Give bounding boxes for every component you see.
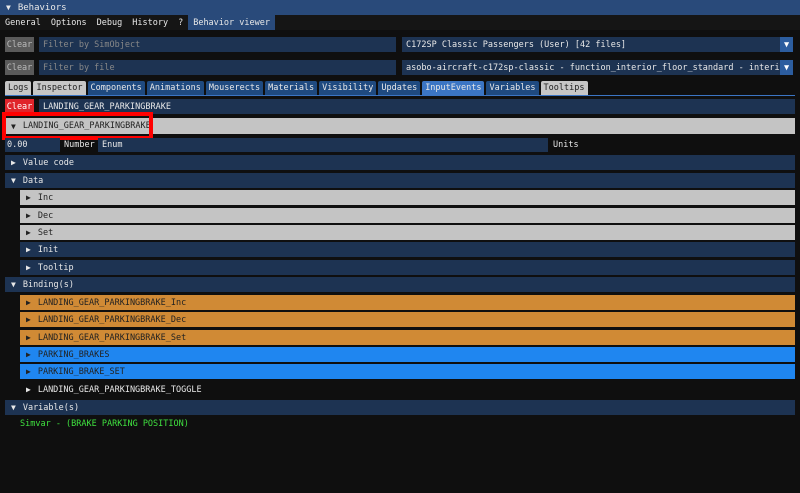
filter-file-input[interactable]: Filter by file <box>39 60 396 75</box>
collapsed-triangle-icon: ▶ <box>26 315 31 324</box>
simobject-select[interactable]: C172SP Classic Passengers (User) [42 fil… <box>402 37 780 52</box>
menu-options[interactable]: Options <box>46 15 92 30</box>
item-label: LANDING_GEAR_PARKINGBRAKE_Dec <box>37 314 187 325</box>
binding-item[interactable]: ▶ PARKING_BRAKE_SET <box>20 364 795 379</box>
expanded-triangle-icon: ▼ <box>11 176 16 185</box>
menu-bar: General Options Debug History ? Behavior… <box>0 15 800 30</box>
section-label: Variable(s) <box>22 402 80 413</box>
clear-file-button[interactable]: Clear <box>5 60 34 75</box>
window-title: Behaviors <box>17 2 67 13</box>
variables-section[interactable]: ▼ Variable(s) <box>5 400 795 415</box>
expanded-triangle-icon: ▼ <box>11 403 16 412</box>
binding-item[interactable]: ▶ LANDING_GEAR_PARKINGBRAKE_Inc <box>20 295 795 310</box>
collapsed-triangle-icon: ▶ <box>26 245 31 254</box>
window-title-bar[interactable]: ▼ Behaviors <box>0 0 800 15</box>
tab-inspector[interactable]: Inspector <box>33 81 86 95</box>
collapsed-triangle-icon: ▶ <box>26 298 31 307</box>
data-item-init[interactable]: ▶ Init <box>20 242 795 257</box>
item-label: PARKING_BRAKE_SET <box>37 366 125 377</box>
item-label: Set <box>37 227 54 238</box>
tab-mouserects[interactable]: Mouserects <box>205 81 264 95</box>
file-select[interactable]: asobo-aircraft-c172sp-classic - function… <box>402 60 780 75</box>
collapsed-triangle-icon: ▶ <box>26 385 31 394</box>
section-label: Data <box>22 175 44 186</box>
collapsed-triangle-icon: ▶ <box>26 211 31 220</box>
filter-simobject-input[interactable]: Filter by SimObject <box>39 37 396 52</box>
value-code-section[interactable]: ▶ Value code <box>5 155 795 170</box>
item-label: LANDING_GEAR_PARKINGBRAKE_TOGGLE <box>37 384 202 395</box>
section-label: Binding(s) <box>22 279 75 290</box>
menu-general[interactable]: General <box>0 15 46 30</box>
highlight-box <box>2 112 153 140</box>
section-label: Value code <box>22 157 75 168</box>
item-label: Inc <box>37 192 54 203</box>
binding-item[interactable]: ▶ LANDING_GEAR_PARKINGBRAKE_Set <box>20 330 795 345</box>
enum-input[interactable]: Enum <box>98 138 548 152</box>
data-item-inc[interactable]: ▶ Inc <box>20 190 795 205</box>
units-label: Units <box>553 140 579 150</box>
tab-tooltips[interactable]: Tooltips <box>540 81 588 95</box>
type-label: Number <box>64 140 95 150</box>
expanded-triangle-icon: ▼ <box>11 280 16 289</box>
clear-simobject-button[interactable]: Clear <box>5 37 34 52</box>
bindings-section[interactable]: ▼ Binding(s) <box>5 277 795 292</box>
item-label: Dec <box>37 210 54 221</box>
data-item-tooltip[interactable]: ▶ Tooltip <box>20 260 795 275</box>
collapsed-triangle-icon: ▶ <box>26 193 31 202</box>
chevron-down-icon[interactable]: ▼ <box>780 60 793 75</box>
data-section[interactable]: ▼ Data <box>5 173 795 188</box>
collapsed-triangle-icon: ▶ <box>26 367 31 376</box>
chevron-down-icon[interactable]: ▼ <box>780 37 793 52</box>
tab-bar: Logs Inspector Components Animations Mou… <box>5 81 590 95</box>
tab-inputevents[interactable]: InputEvents <box>422 81 485 95</box>
menu-history[interactable]: History <box>127 15 173 30</box>
value-input[interactable]: 0.00 <box>5 138 60 152</box>
item-label: LANDING_GEAR_PARKINGBRAKE_Set <box>37 332 187 343</box>
tab-logs[interactable]: Logs <box>5 81 32 95</box>
collapsed-triangle-icon: ▶ <box>26 263 31 272</box>
menu-help[interactable]: ? <box>173 15 188 30</box>
tab-underline <box>5 95 795 96</box>
tab-updates[interactable]: Updates <box>378 81 421 95</box>
menu-behavior-viewer[interactable]: Behavior viewer <box>188 15 275 30</box>
tab-variables[interactable]: Variables <box>486 81 539 95</box>
tab-components[interactable]: Components <box>87 81 145 95</box>
menu-debug[interactable]: Debug <box>92 15 128 30</box>
collapse-triangle-icon[interactable]: ▼ <box>6 3 11 12</box>
tab-animations[interactable]: Animations <box>146 81 204 95</box>
collapsed-triangle-icon: ▶ <box>26 333 31 342</box>
item-label: Tooltip <box>37 262 74 273</box>
binding-item[interactable]: ▶ LANDING_GEAR_PARKINGBRAKE_Dec <box>20 312 795 327</box>
item-label: Init <box>37 244 59 255</box>
binding-item[interactable]: ▶ PARKING_BRAKES <box>20 347 795 362</box>
data-item-dec[interactable]: ▶ Dec <box>20 208 795 223</box>
item-label: PARKING_BRAKES <box>37 349 110 360</box>
collapsed-triangle-icon: ▶ <box>11 158 16 167</box>
collapsed-triangle-icon: ▶ <box>26 228 31 237</box>
tab-materials[interactable]: Materials <box>265 81 318 95</box>
collapsed-triangle-icon: ▶ <box>26 350 31 359</box>
tab-visibility[interactable]: Visibility <box>319 81 377 95</box>
simvar-text: Simvar - (BRAKE PARKING POSITION) <box>20 419 189 429</box>
binding-item[interactable]: ▶ LANDING_GEAR_PARKINGBRAKE_TOGGLE <box>20 382 795 397</box>
data-item-set[interactable]: ▶ Set <box>20 225 795 240</box>
item-label: LANDING_GEAR_PARKINGBRAKE_Inc <box>37 297 187 308</box>
